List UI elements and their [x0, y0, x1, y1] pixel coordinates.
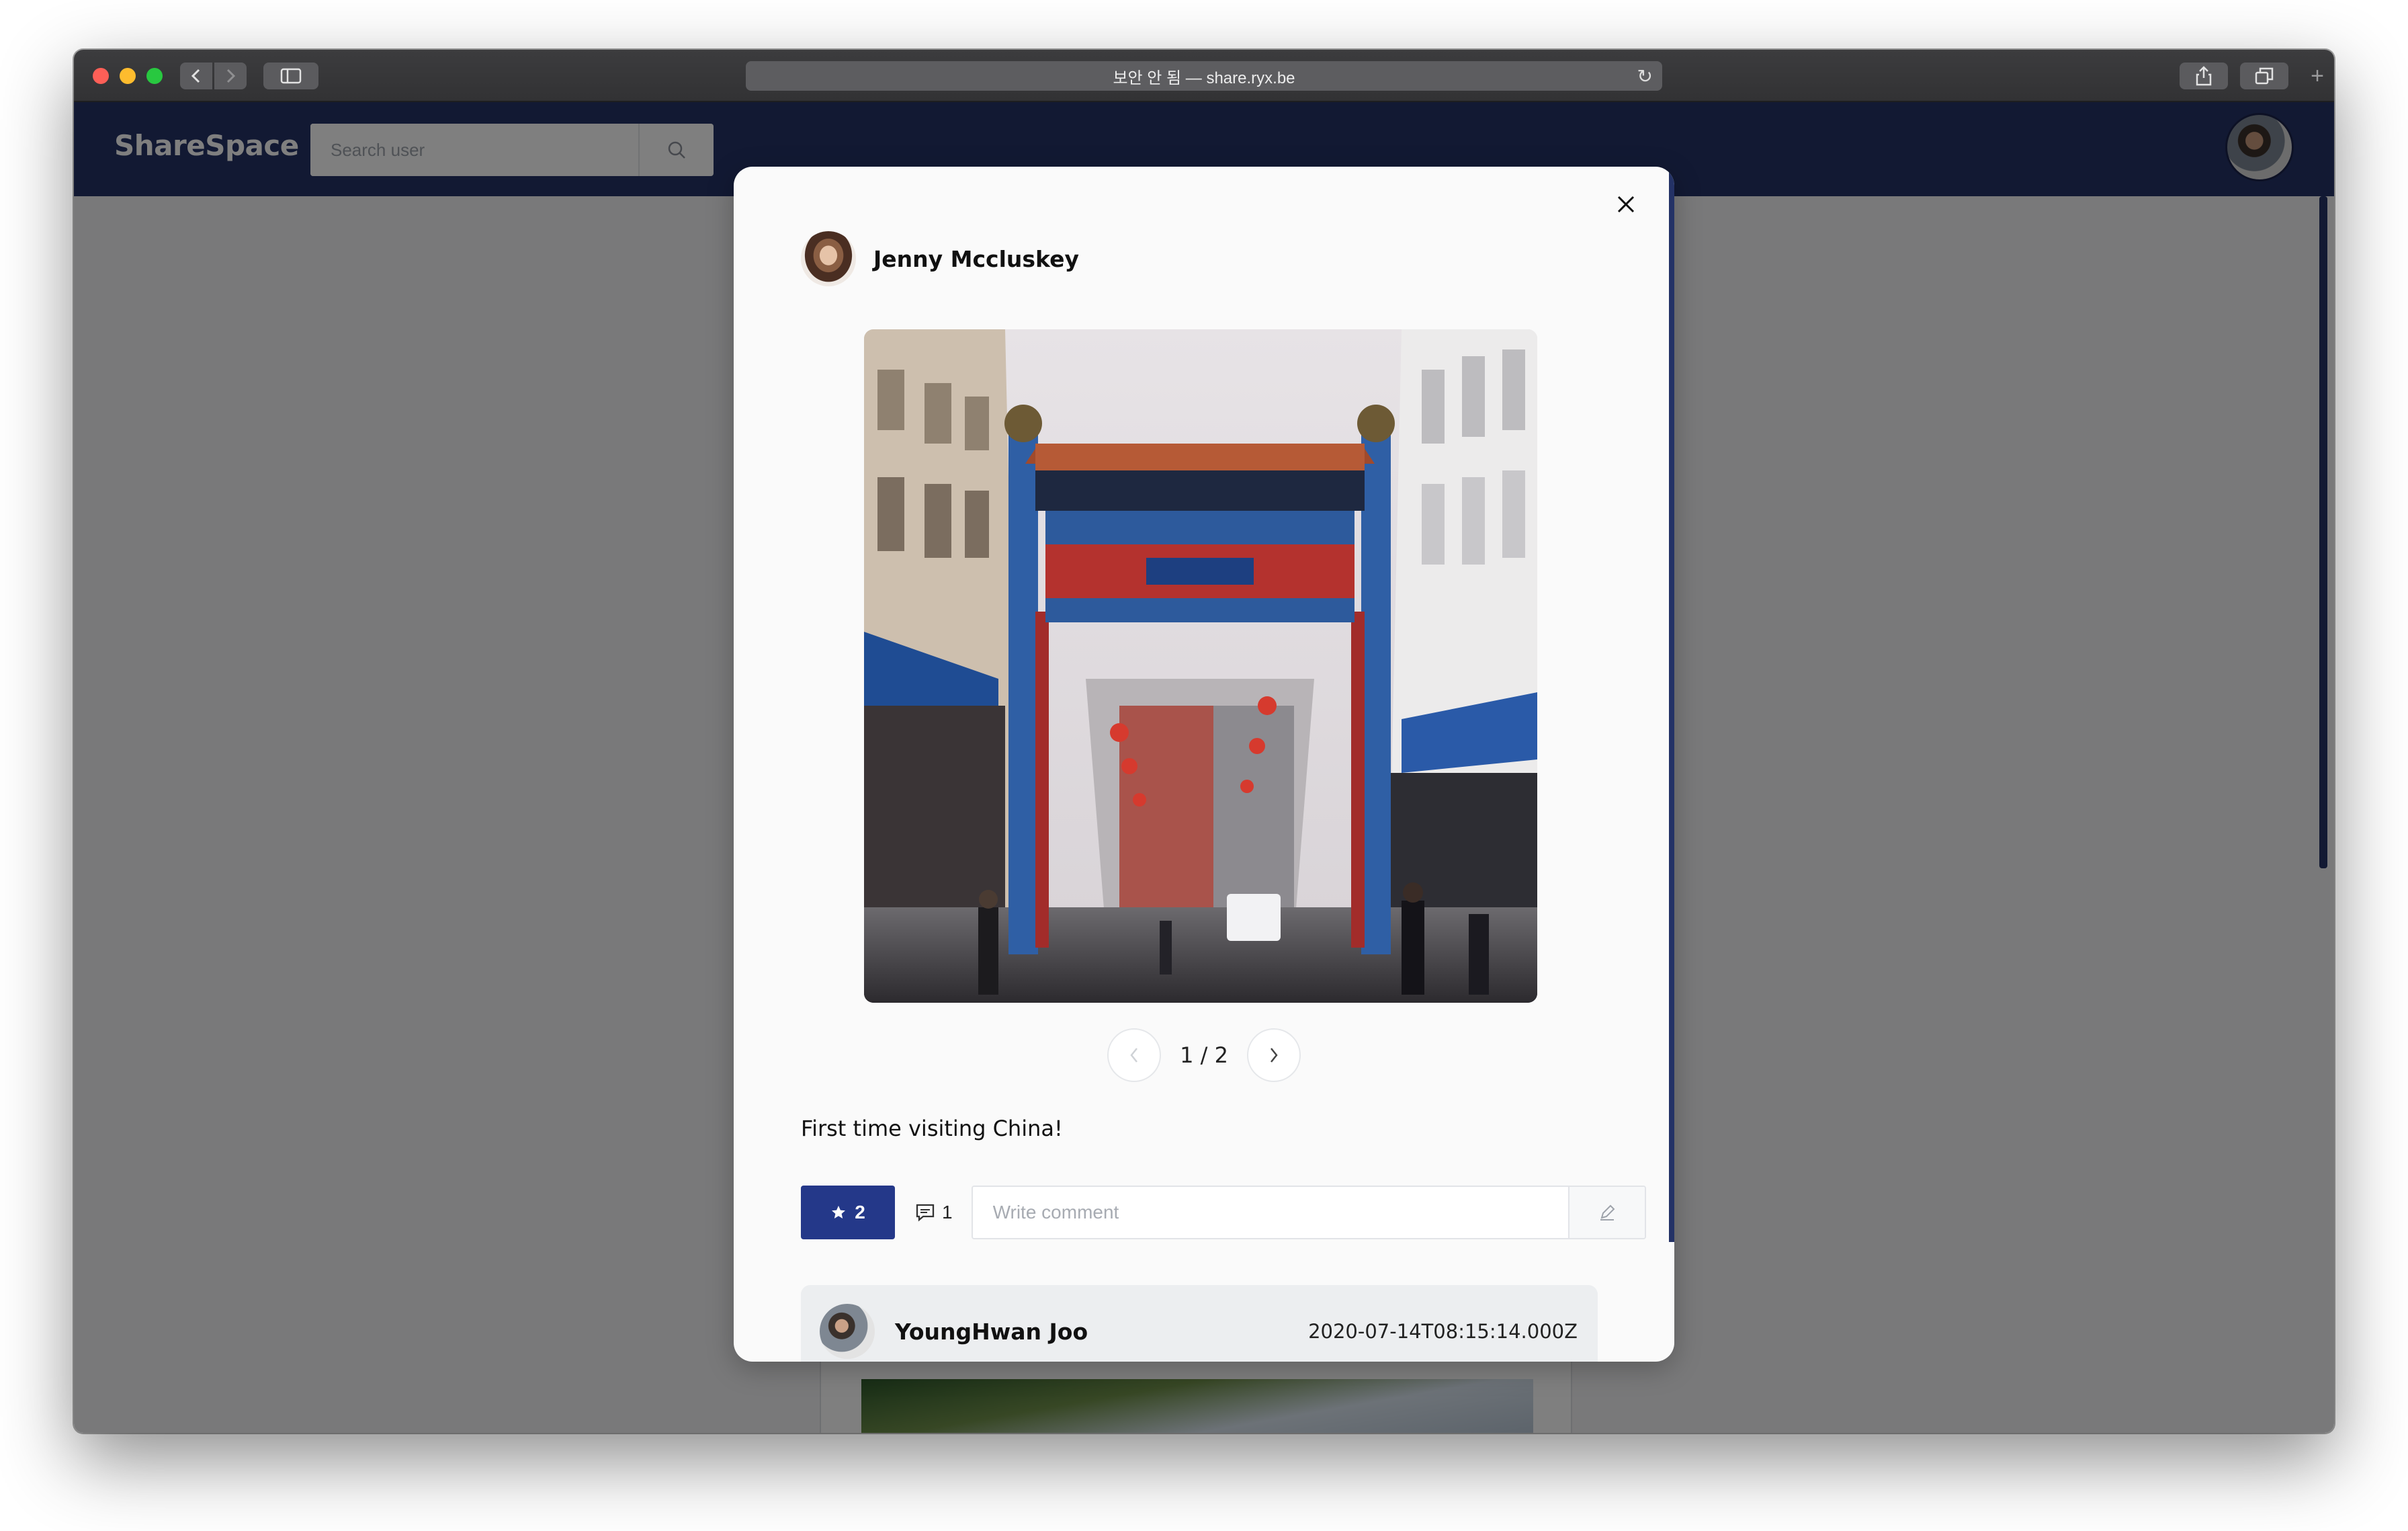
chevron-right-icon	[1270, 1048, 1278, 1063]
chinatown-gate-photo	[864, 329, 1537, 1003]
minimize-window-button[interactable]	[120, 68, 136, 84]
chevron-left-icon	[191, 69, 200, 83]
post-photo	[864, 329, 1537, 1003]
sidebar-toggle-button[interactable]	[263, 63, 318, 89]
comment-form	[971, 1186, 1646, 1239]
forward-button[interactable]	[214, 63, 247, 89]
post-caption: First time visiting China!	[801, 1116, 1063, 1141]
address-bar[interactable]: 보안 안 됨 — share.ryx.be ↻	[746, 61, 1662, 91]
prev-photo-button[interactable]	[1107, 1028, 1162, 1082]
browser-window: 보안 안 됨 — share.ryx.be ↻ + ShareSpace	[74, 50, 2334, 1433]
chevron-left-icon	[1130, 1048, 1138, 1063]
chevron-right-icon	[226, 69, 236, 83]
tab-overview-button[interactable]	[2240, 63, 2288, 89]
zoom-window-button[interactable]	[146, 68, 163, 84]
author-avatar[interactable]	[801, 231, 856, 286]
browser-titlebar: 보안 안 됨 — share.ryx.be ↻ +	[74, 50, 2334, 102]
like-count: 2	[855, 1202, 865, 1223]
reload-icon[interactable]: ↻	[1637, 65, 1653, 87]
comment-item: YoungHwan Joo 2020-07-14T08:15:14.000Z	[801, 1285, 1598, 1362]
comment-timestamp: 2020-07-14T08:15:14.000Z	[1308, 1320, 1578, 1343]
photo-page-indicator: 1 / 2	[1180, 1042, 1228, 1068]
post-actions: 2 1	[801, 1186, 1646, 1239]
share-button[interactable]	[2180, 63, 2228, 89]
comment-input[interactable]	[972, 1187, 1568, 1238]
new-tab-button[interactable]: +	[2300, 63, 2334, 89]
post-detail-modal: Jenny Mccluskey 1 / 2 First time visitin…	[734, 167, 1674, 1362]
photo-pager: 1 / 2	[734, 1028, 1674, 1082]
author-name[interactable]: Jenny Mccluskey	[873, 246, 1079, 272]
like-button[interactable]: 2	[801, 1186, 895, 1239]
comment-icon	[916, 1204, 935, 1222]
comment-count-value: 1	[942, 1202, 953, 1223]
close-icon	[1617, 196, 1635, 213]
address-text: 보안 안 됨 — share.ryx.be	[1113, 69, 1295, 87]
close-modal-button[interactable]	[1607, 185, 1645, 223]
sidebar-icon	[280, 68, 302, 84]
edit-pen-icon	[1600, 1204, 1615, 1220]
commenter-name[interactable]: YoungHwan Joo	[895, 1319, 1088, 1345]
close-window-button[interactable]	[93, 68, 109, 84]
share-icon	[2196, 66, 2212, 86]
submit-comment-button[interactable]	[1568, 1187, 1645, 1238]
next-photo-button[interactable]	[1246, 1028, 1301, 1082]
comment-count[interactable]: 1	[915, 1202, 953, 1223]
back-button[interactable]	[180, 63, 212, 89]
commenter-avatar[interactable]	[820, 1304, 875, 1359]
post-author[interactable]: Jenny Mccluskey	[801, 231, 1079, 286]
star-icon	[832, 1206, 846, 1218]
tabs-icon	[2255, 67, 2274, 85]
